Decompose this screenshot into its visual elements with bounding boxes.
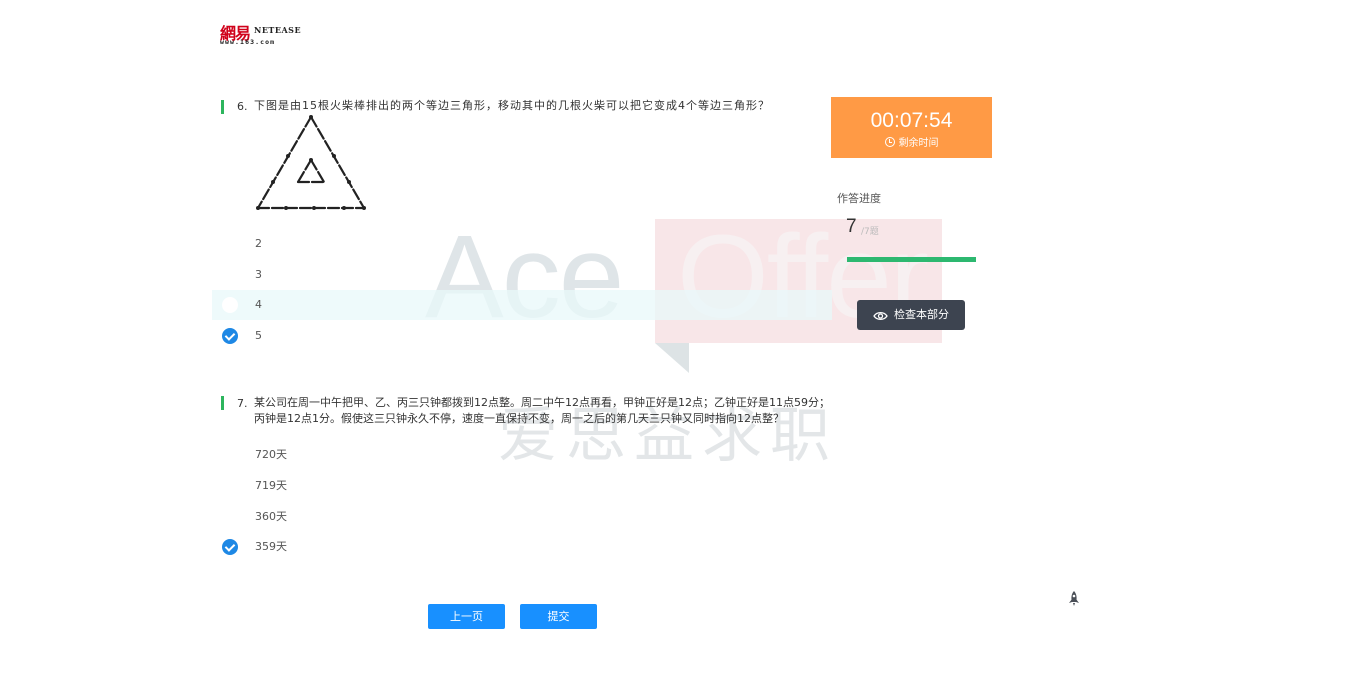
option-row-selected[interactable]: 5: [212, 321, 832, 351]
clock-icon: [884, 137, 895, 147]
rocket-icon[interactable]: [1067, 590, 1081, 608]
question-marker: [221, 100, 224, 114]
timer-label-row: 剩余时间: [831, 137, 992, 150]
exam-page: Ace Offer 爱思益求职 網易 NETEASE www.163.com 6…: [0, 0, 1349, 682]
radio-button[interactable]: [222, 478, 238, 494]
submit-button[interactable]: 提交: [520, 604, 597, 629]
timer-label: 剩余时间: [898, 138, 939, 149]
option-row[interactable]: 2: [212, 229, 832, 259]
radio-button[interactable]: [222, 447, 238, 463]
question-text-line2: 丙钟是12点1分。假使这三只钟永久不停，速度一直保持不变，周一之后的第几天三只钟…: [254, 412, 784, 425]
option-label: 720天: [255, 448, 287, 461]
logo-en-text: NETEASE: [254, 25, 302, 35]
question-number: 7.: [237, 397, 248, 410]
option-row[interactable]: 719天: [212, 471, 832, 501]
option-row-hover[interactable]: 4: [212, 290, 832, 320]
netease-logo[interactable]: 網易 NETEASE www.163.com: [220, 20, 304, 46]
progress-answered-count: 7: [846, 216, 857, 237]
logo-url-text: www.163.com: [220, 38, 276, 46]
progress-total: /7题: [861, 227, 879, 237]
option-label: 5: [255, 329, 262, 342]
option-label: 719天: [255, 479, 287, 492]
question-text-line1: 某公司在周一中午把甲、乙、丙三只钟都拨到12点整。周二中午12点再看，甲钟正好是…: [254, 396, 830, 409]
option-label: 360天: [255, 510, 287, 523]
option-label: 3: [255, 268, 262, 281]
option-row[interactable]: 360天: [212, 502, 832, 532]
radio-checked-icon[interactable]: [222, 539, 238, 555]
check-section-label: 检查本部分: [894, 308, 949, 321]
radio-button[interactable]: [222, 509, 238, 525]
matchstick-triangles-figure: [256, 115, 366, 210]
option-label: 2: [255, 237, 262, 250]
option-row-selected[interactable]: 359天: [212, 532, 832, 562]
radio-button[interactable]: [222, 297, 238, 313]
question-marker: [221, 396, 224, 410]
option-label: 359天: [255, 540, 287, 553]
option-row[interactable]: 720天: [212, 440, 832, 470]
progress-bar: [847, 257, 976, 262]
radio-checked-icon[interactable]: [222, 328, 238, 344]
progress-title: 作答进度: [837, 192, 881, 205]
check-section-button[interactable]: 检查本部分: [857, 300, 965, 330]
eye-icon: [873, 311, 888, 321]
timer-value: 00:07:54: [870, 109, 953, 132]
radio-button[interactable]: [222, 267, 238, 283]
countdown-timer: 00:07:54 剩余时间: [831, 97, 992, 158]
option-label: 4: [255, 298, 262, 311]
radio-button[interactable]: [222, 236, 238, 252]
question-number: 6.: [237, 100, 248, 113]
option-row[interactable]: 3: [212, 260, 832, 290]
prev-page-button[interactable]: 上一页: [428, 604, 505, 629]
progress-bar-fill: [847, 257, 976, 262]
